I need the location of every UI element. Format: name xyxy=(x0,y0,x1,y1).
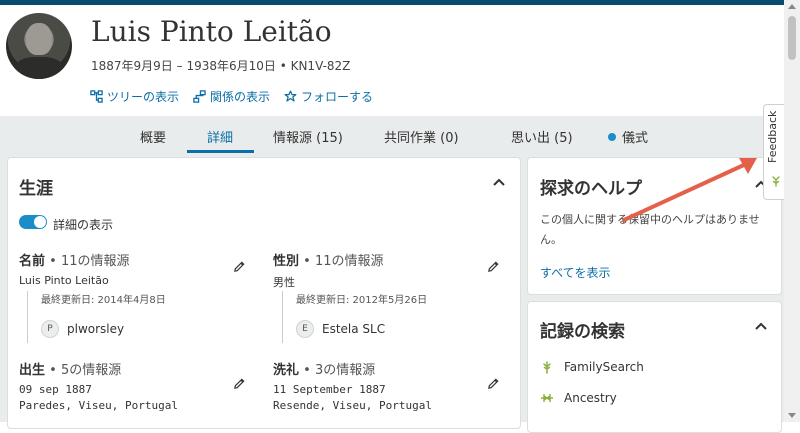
view-tree-link[interactable]: ツリーの表示 xyxy=(90,88,179,105)
active-tab-indicator xyxy=(187,150,254,153)
fact-birth-label: 出生 xyxy=(19,363,46,378)
ordinance-status-dot xyxy=(608,133,616,141)
fact-sex-sources: • 11の情報源 xyxy=(299,254,384,269)
vitals-title: 生涯 xyxy=(19,179,53,199)
fact-sex-value: 男性 xyxy=(273,276,295,289)
annotation-arrow xyxy=(622,158,757,222)
fact-sex[interactable]: 性別 • 11の情報源 男性 xyxy=(273,250,384,290)
page-scrollbar[interactable] xyxy=(784,0,800,422)
show-details-toggle[interactable] xyxy=(19,215,47,229)
collapse-chevron-icon[interactable] xyxy=(493,178,505,186)
fact-christening-sources: • 3の情報源 xyxy=(299,363,376,378)
fact-sex-meta: 最終更新日: 2012年5月26日 E Estela SLC xyxy=(282,291,427,343)
record-search-card: 記録の検索 FamilySearch Ancestry xyxy=(527,301,782,433)
fact-name-value: Luis Pinto Leitão xyxy=(19,274,109,287)
fact-christening-label: 洗礼 xyxy=(273,363,300,378)
vitals-card: 生涯 詳細の表示 名前 • 11の情報源 Luis Pinto Leitão 最… xyxy=(7,157,521,429)
tab-sources[interactable]: 情報源 (15) xyxy=(273,127,343,146)
scroll-thumb[interactable] xyxy=(788,16,796,60)
ancestry-label: Ancestry xyxy=(564,391,617,405)
avatar-suit xyxy=(14,57,64,79)
tab-summary[interactable]: 概要 xyxy=(140,127,166,146)
collapse-chevron-icon[interactable] xyxy=(755,322,767,330)
tab-collaborate[interactable]: 共同作業 (0) xyxy=(384,127,459,146)
fact-birth[interactable]: 出生 • 5の情報源 09 sep 1887 Paredes, Viseu, P… xyxy=(19,359,178,412)
fact-name[interactable]: 名前 • 11の情報源 Luis Pinto Leitão xyxy=(19,250,130,287)
familysearch-label: FamilySearch xyxy=(564,360,644,374)
contributor-name: plworsley xyxy=(67,322,125,336)
edit-sex-pencil-icon[interactable] xyxy=(487,260,500,273)
view-relationship-label: 関係の表示 xyxy=(210,90,271,104)
star-icon xyxy=(284,90,297,102)
show-details-label: 詳細の表示 xyxy=(53,218,114,232)
search-familysearch-link[interactable]: FamilySearch xyxy=(540,360,644,374)
familysearch-tree-icon xyxy=(543,361,551,374)
fact-birth-sources: • 5の情報源 xyxy=(45,363,122,378)
view-relationship-link[interactable]: 関係の表示 xyxy=(193,88,270,105)
edit-christening-pencil-icon[interactable] xyxy=(487,377,500,390)
fact-name-label: 名前 xyxy=(19,254,46,269)
edit-name-pencil-icon[interactable] xyxy=(233,260,246,273)
follow-label: フォローする xyxy=(301,90,374,104)
fact-name-meta: 最終更新日: 2014年4月8日 P plworsley xyxy=(27,291,166,343)
fact-sex-label: 性別 xyxy=(273,254,300,269)
fact-christening[interactable]: 洗礼 • 3の情報源 11 September 1887 Resende, Vi… xyxy=(273,359,432,412)
follow-link[interactable]: フォローする xyxy=(284,88,373,105)
avatar[interactable] xyxy=(6,13,72,79)
fact-birth-place: Paredes, Viseu, Portugal xyxy=(19,399,178,412)
show-all-link[interactable]: すべてを表示 xyxy=(540,264,610,281)
tab-details[interactable]: 詳細 xyxy=(207,127,233,146)
person-name: Luis Pinto Leitão xyxy=(91,15,332,48)
scroll-up-arrow-icon[interactable] xyxy=(788,4,796,9)
tab-memories[interactable]: 思い出 (5) xyxy=(511,127,573,146)
fact-name-contributor[interactable]: P plworsley xyxy=(41,320,166,338)
edit-birth-pencil-icon[interactable] xyxy=(233,377,246,390)
toggle-knob xyxy=(34,216,46,228)
fact-sex-contributor[interactable]: E Estela SLC xyxy=(296,320,427,338)
feedback-label: Feedback xyxy=(766,111,779,164)
relationship-icon xyxy=(193,90,206,103)
contributor-name: Estela SLC xyxy=(322,322,386,336)
scroll-down-arrow-icon[interactable] xyxy=(788,413,796,418)
fact-christening-place: Resende, Viseu, Portugal xyxy=(273,399,432,412)
fact-name-updated: 最終更新日: 2014年4月8日 xyxy=(41,295,166,306)
contributor-avatar: E xyxy=(296,320,314,338)
contributor-avatar: P xyxy=(41,320,59,338)
person-actions: ツリーの表示 関係の表示 フォローする xyxy=(90,88,373,105)
tab-ordinances[interactable]: 儀式 xyxy=(608,127,648,146)
ancestry-icon xyxy=(541,394,553,402)
fact-name-sources: • 11の情報源 xyxy=(45,254,130,269)
search-ancestry-link[interactable]: Ancestry xyxy=(540,391,617,405)
feedback-tree-icon xyxy=(772,176,780,187)
fact-christening-date: 11 September 1887 xyxy=(273,383,386,396)
tab-ordinances-label: 儀式 xyxy=(622,131,649,146)
person-header: Luis Pinto Leitão 1887年9月9日 – 1938年6月10日… xyxy=(0,5,784,116)
fact-birth-date: 09 sep 1887 xyxy=(19,383,92,396)
fact-sex-updated: 最終更新日: 2012年5月26日 xyxy=(296,295,428,306)
avatar-face xyxy=(26,23,52,55)
view-tree-label: ツリーの表示 xyxy=(107,90,180,104)
record-search-title: 記録の検索 xyxy=(540,322,625,342)
person-lifespan: 1887年9月9日 – 1938年6月10日 • KN1V-82Z xyxy=(91,59,351,73)
tree-icon xyxy=(90,90,103,103)
